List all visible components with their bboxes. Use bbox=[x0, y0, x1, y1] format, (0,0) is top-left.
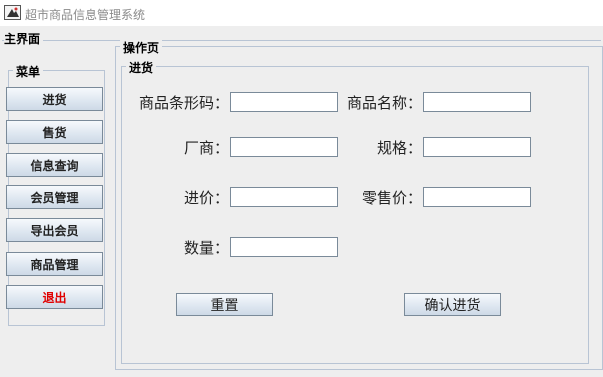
menu-group-label: 菜单 bbox=[13, 63, 44, 80]
menu-purchase-button[interactable]: 进货 bbox=[6, 87, 103, 111]
retail-price-field[interactable] bbox=[423, 187, 531, 207]
app-window-icon bbox=[4, 5, 21, 20]
quantity-field[interactable] bbox=[230, 237, 338, 257]
reset-button[interactable]: 重置 bbox=[176, 293, 273, 316]
confirm-purchase-button[interactable]: 确认进货 bbox=[404, 293, 501, 316]
purchase-form-label: 进货 bbox=[126, 59, 157, 76]
window-title: 超市商品信息管理系统 bbox=[25, 8, 146, 22]
product-name-field[interactable] bbox=[423, 92, 531, 112]
quantity-label: 数量： bbox=[183, 239, 229, 257]
cost-price-label: 进价： bbox=[183, 189, 229, 207]
menu-member-manage-button[interactable]: 会员管理 bbox=[6, 185, 103, 209]
cost-price-field[interactable] bbox=[230, 187, 338, 207]
main-panel-label: 主界面 bbox=[4, 30, 44, 47]
spec-field[interactable] bbox=[423, 137, 531, 157]
product-name-label: 商品名称： bbox=[346, 94, 422, 112]
menu-exit-button[interactable]: 退出 bbox=[6, 285, 103, 309]
menu-product-manage-button[interactable]: 商品管理 bbox=[6, 252, 103, 276]
menu-query-button[interactable]: 信息查询 bbox=[6, 153, 103, 177]
operation-page-label: 操作页 bbox=[120, 39, 163, 56]
retail-price-label: 零售价： bbox=[361, 189, 422, 207]
menu-sell-button[interactable]: 售货 bbox=[6, 120, 103, 144]
manufacturer-field[interactable] bbox=[230, 137, 338, 157]
spec-label: 规格： bbox=[376, 139, 422, 157]
manufacturer-label: 厂商： bbox=[183, 139, 229, 157]
barcode-label: 商品条形码： bbox=[138, 94, 229, 112]
barcode-field[interactable] bbox=[230, 92, 338, 112]
menu-export-member-button[interactable]: 导出会员 bbox=[6, 218, 103, 242]
